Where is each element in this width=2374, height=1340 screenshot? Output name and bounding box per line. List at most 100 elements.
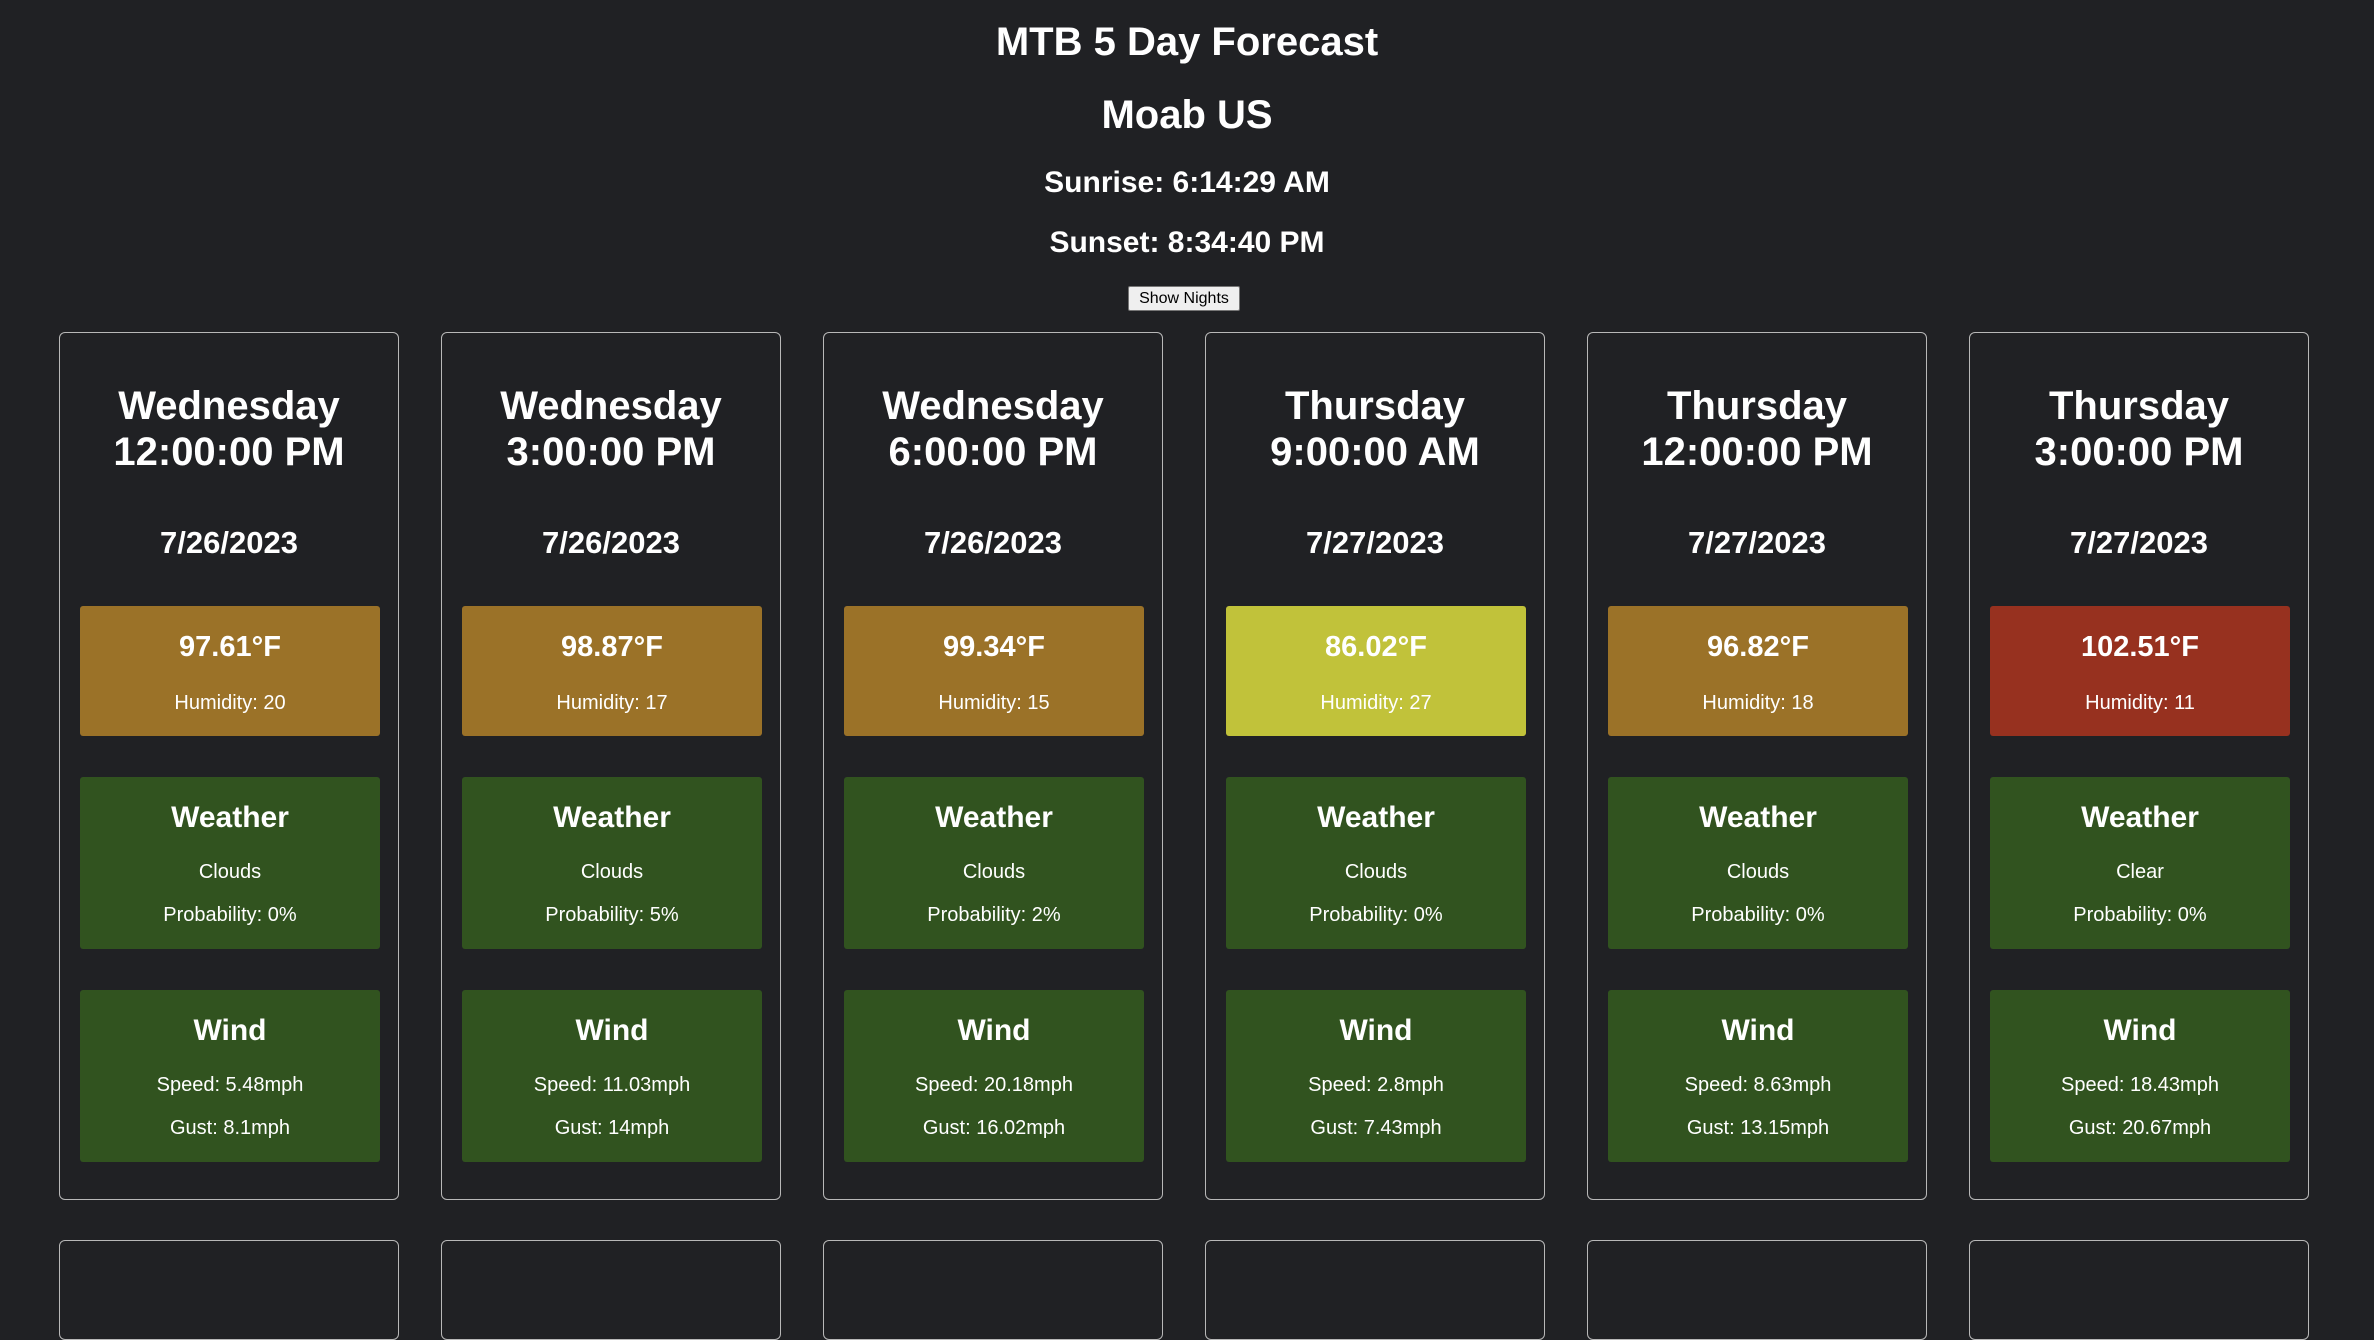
humidity-value: Humidity: 15 [938, 692, 1050, 714]
wind-heading: Wind [2103, 1014, 2177, 1047]
wind-speed: Speed: 5.48mph [156, 1074, 304, 1096]
temperature-value: 99.34°F [943, 631, 1045, 663]
humidity-value: Humidity: 18 [1702, 692, 1814, 714]
card-day-time: Thursday 3:00:00 PM [1970, 383, 2308, 475]
forecast-card-next-row [1587, 1240, 1927, 1340]
card-date: 7/26/2023 [160, 525, 298, 560]
humidity-value: Humidity: 27 [1320, 692, 1432, 714]
humidity-value: Humidity: 17 [556, 692, 668, 714]
card-day-time: Thursday 12:00:00 PM [1588, 383, 1926, 475]
wind-panel: Wind Speed: 5.48mph Gust: 8.1mph [80, 990, 380, 1162]
card-time: 9:00:00 AM [1270, 430, 1480, 474]
weather-condition: Clouds [1726, 861, 1790, 883]
card-day-time: Wednesday 12:00:00 PM [60, 383, 398, 475]
humidity-value: Humidity: 20 [174, 692, 286, 714]
card-time: 12:00:00 PM [113, 430, 345, 474]
weather-panel: Weather Clear Probability: 0% [1990, 777, 2290, 949]
temperature-value: 98.87°F [561, 631, 663, 663]
forecast-card-next-row [59, 1240, 399, 1340]
temperature-panel: 96.82°F Humidity: 18 [1608, 606, 1908, 736]
forecast-card: Thursday 12:00:00 PM 7/27/2023 96.82°F H… [1587, 332, 1927, 1200]
forecast-card-next-row [823, 1240, 1163, 1340]
temperature-panel: 99.34°F Humidity: 15 [844, 606, 1144, 736]
wind-heading: Wind [957, 1014, 1031, 1047]
forecast-card-next-row [1969, 1240, 2309, 1340]
weather-condition: Clouds [580, 861, 644, 883]
wind-speed: Speed: 8.63mph [1684, 1074, 1832, 1096]
wind-gust: Gust: 8.1mph [169, 1117, 291, 1139]
wind-speed: Speed: 20.18mph [915, 1074, 1073, 1096]
precip-probability: Probability: 2% [927, 904, 1061, 926]
card-time: 3:00:00 PM [506, 430, 716, 474]
sunset-time: Sunset: 8:34:40 PM [1049, 226, 1325, 259]
temperature-value: 97.61°F [179, 631, 281, 663]
wind-panel: Wind Speed: 2.8mph Gust: 7.43mph [1226, 990, 1526, 1162]
card-day-time: Wednesday 6:00:00 PM [824, 383, 1162, 475]
wind-panel: Wind Speed: 11.03mph Gust: 14mph [462, 990, 762, 1162]
humidity-value: Humidity: 11 [2085, 692, 2195, 714]
wind-gust: Gust: 20.67mph [2068, 1117, 2212, 1139]
sunrise-time: Sunrise: 6:14:29 AM [1044, 166, 1330, 199]
weather-panel: Weather Clouds Probability: 2% [844, 777, 1144, 949]
temperature-panel: 102.51°F Humidity: 11 [1990, 606, 2290, 736]
weather-heading: Weather [553, 801, 671, 834]
card-date: 7/27/2023 [1306, 525, 1444, 560]
card-day: Thursday [1284, 384, 1466, 428]
forecast-card: Thursday 9:00:00 AM 7/27/2023 86.02°F Hu… [1205, 332, 1545, 1200]
wind-speed: Speed: 18.43mph [2061, 1074, 2219, 1096]
card-date: 7/27/2023 [2070, 525, 2208, 560]
precip-probability: Probability: 0% [1691, 904, 1825, 926]
wind-heading: Wind [1339, 1014, 1413, 1047]
card-day-time: Thursday 9:00:00 AM [1206, 383, 1544, 475]
temperature-panel: 97.61°F Humidity: 20 [80, 606, 380, 736]
weather-panel: Weather Clouds Probability: 5% [462, 777, 762, 949]
weather-heading: Weather [935, 801, 1053, 834]
weather-condition: Clear [2116, 861, 2164, 883]
wind-gust: Gust: 16.02mph [922, 1117, 1066, 1139]
wind-heading: Wind [193, 1014, 267, 1047]
weather-heading: Weather [1317, 801, 1435, 834]
forecast-card-next-row [441, 1240, 781, 1340]
card-time: 3:00:00 PM [2034, 430, 2244, 474]
wind-gust: Gust: 7.43mph [1310, 1117, 1442, 1139]
card-day: Wednesday [118, 384, 340, 428]
temperature-value: 96.82°F [1707, 631, 1809, 663]
forecast-card: Wednesday 6:00:00 PM 7/26/2023 99.34°F H… [823, 332, 1163, 1200]
card-day: Thursday [2048, 384, 2230, 428]
card-day: Thursday [1666, 384, 1848, 428]
wind-speed: Speed: 2.8mph [1308, 1074, 1444, 1096]
wind-speed: Speed: 11.03mph [533, 1074, 691, 1096]
precip-probability: Probability: 0% [1309, 904, 1443, 926]
show-nights-button[interactable]: Show Nights [1128, 286, 1240, 311]
wind-panel: Wind Speed: 8.63mph Gust: 13.15mph [1608, 990, 1908, 1162]
wind-gust: Gust: 14mph [554, 1117, 670, 1139]
forecast-card: Wednesday 3:00:00 PM 7/26/2023 98.87°F H… [441, 332, 781, 1200]
wind-panel: Wind Speed: 20.18mph Gust: 16.02mph [844, 990, 1144, 1162]
weather-condition: Clouds [198, 861, 262, 883]
card-day: Wednesday [882, 384, 1104, 428]
card-date: 7/27/2023 [1688, 525, 1826, 560]
page-title: MTB 5 Day Forecast [995, 20, 1379, 64]
precip-probability: Probability: 5% [545, 904, 679, 926]
location-heading: Moab US [1101, 93, 1273, 137]
weather-heading: Weather [1699, 801, 1817, 834]
wind-heading: Wind [575, 1014, 649, 1047]
weather-condition: Clouds [1344, 861, 1408, 883]
wind-gust: Gust: 13.15mph [1686, 1117, 1830, 1139]
weather-condition: Clouds [962, 861, 1026, 883]
temperature-panel: 86.02°F Humidity: 27 [1226, 606, 1526, 736]
temperature-value: 86.02°F [1325, 631, 1427, 663]
weather-panel: Weather Clouds Probability: 0% [1608, 777, 1908, 949]
precip-probability: Probability: 0% [163, 904, 297, 926]
temperature-panel: 98.87°F Humidity: 17 [462, 606, 762, 736]
forecast-card: Thursday 3:00:00 PM 7/27/2023 102.51°F H… [1969, 332, 2309, 1200]
card-date: 7/26/2023 [924, 525, 1062, 560]
card-date: 7/26/2023 [542, 525, 680, 560]
card-time: 12:00:00 PM [1641, 430, 1873, 474]
card-day: Wednesday [500, 384, 722, 428]
weather-heading: Weather [171, 801, 289, 834]
card-time: 6:00:00 PM [888, 430, 1098, 474]
weather-panel: Weather Clouds Probability: 0% [80, 777, 380, 949]
temperature-value: 102.51°F [2080, 631, 2199, 663]
weather-panel: Weather Clouds Probability: 0% [1226, 777, 1526, 949]
